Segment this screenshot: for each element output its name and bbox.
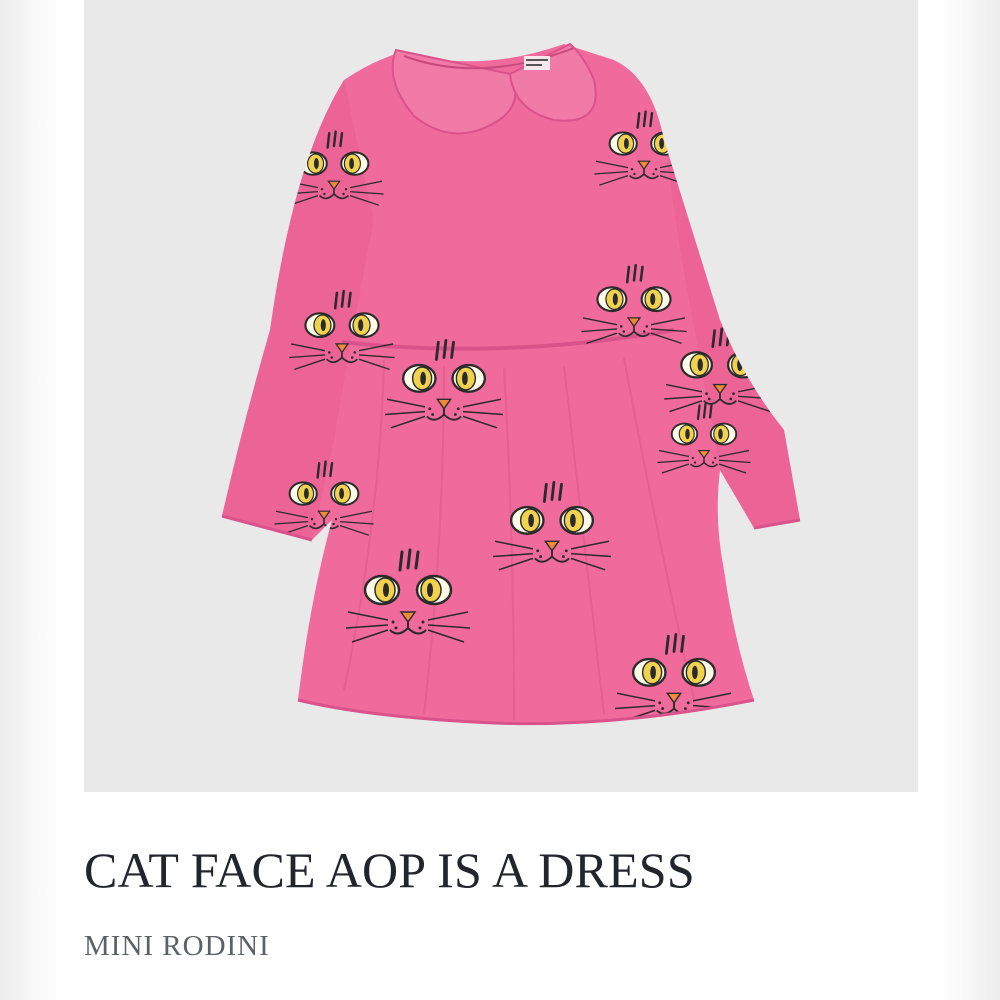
dress-illustration	[221, 42, 801, 726]
product-card[interactable]: CAT FACE AOP IS A DRESS MINI RODINI	[62, 0, 938, 1000]
product-title[interactable]: CAT FACE AOP IS A DRESS	[84, 838, 695, 902]
product-page: CAT FACE AOP IS A DRESS MINI RODINI	[0, 0, 1000, 1000]
product-image[interactable]	[84, 0, 918, 792]
product-brand[interactable]: MINI RODINI	[84, 926, 270, 966]
